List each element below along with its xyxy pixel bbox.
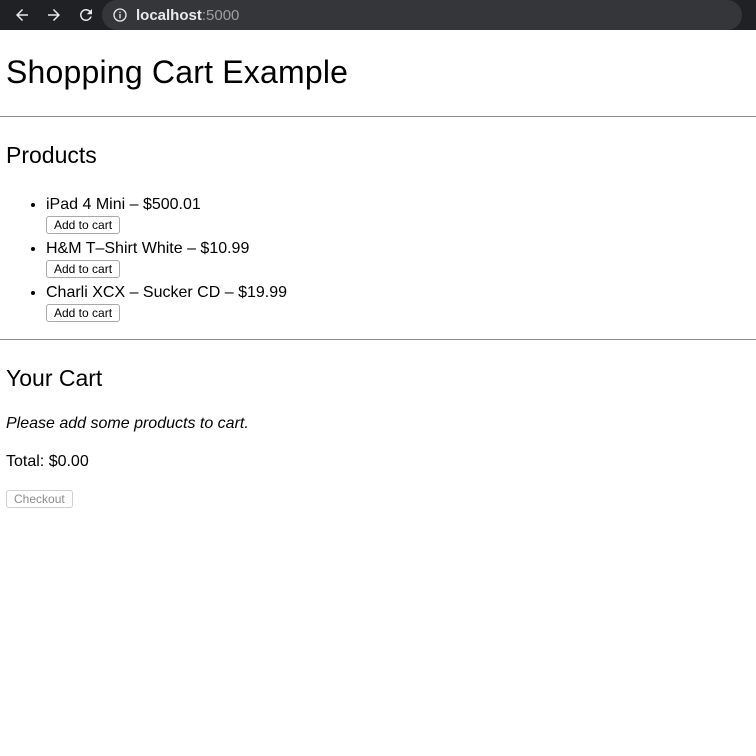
product-item: Charli XCX – Sucker CD – $19.99 Add to c… <box>46 281 750 325</box>
browser-toolbar: localhost:5000 <box>0 0 756 30</box>
product-label: iPad 4 Mini – $500.01 <box>46 196 201 213</box>
add-to-cart-button[interactable]: Add to cart <box>46 216 121 234</box>
product-label: Charli XCX – Sucker CD – $19.99 <box>46 284 287 301</box>
products-heading: Products <box>6 142 97 168</box>
cart-total: Total: $0.00 <box>6 453 89 470</box>
page-content: Shopping Cart Example Products iPad 4 Mi… <box>0 54 756 508</box>
cart-heading: Your Cart <box>6 365 103 391</box>
checkout-button[interactable]: Checkout <box>6 490 73 508</box>
forward-button[interactable] <box>42 3 66 27</box>
back-arrow-icon <box>16 9 28 21</box>
info-icon[interactable] <box>112 7 128 23</box>
add-to-cart-button[interactable]: Add to cart <box>46 260 121 278</box>
add-to-cart-button[interactable]: Add to cart <box>46 304 121 322</box>
divider <box>0 116 756 117</box>
back-button[interactable] <box>10 3 34 27</box>
url-host: localhost <box>136 6 202 24</box>
empty-cart-message: Please add some products to cart. <box>6 415 249 432</box>
address-bar[interactable]: localhost:5000 <box>102 0 742 30</box>
divider <box>0 339 756 340</box>
product-label: H&M T–Shirt White – $10.99 <box>46 240 250 257</box>
forward-arrow-icon <box>48 9 60 21</box>
product-item: iPad 4 Mini – $500.01 Add to cart <box>46 193 750 237</box>
product-item: H&M T–Shirt White – $10.99 Add to cart <box>46 237 750 281</box>
url-port: :5000 <box>201 6 240 24</box>
product-list: iPad 4 Mini – $500.01 Add to cart H&M T–… <box>6 193 750 325</box>
reload-button[interactable] <box>74 3 98 27</box>
reload-icon <box>79 8 92 21</box>
page-title: Shopping Cart Example <box>6 54 349 90</box>
